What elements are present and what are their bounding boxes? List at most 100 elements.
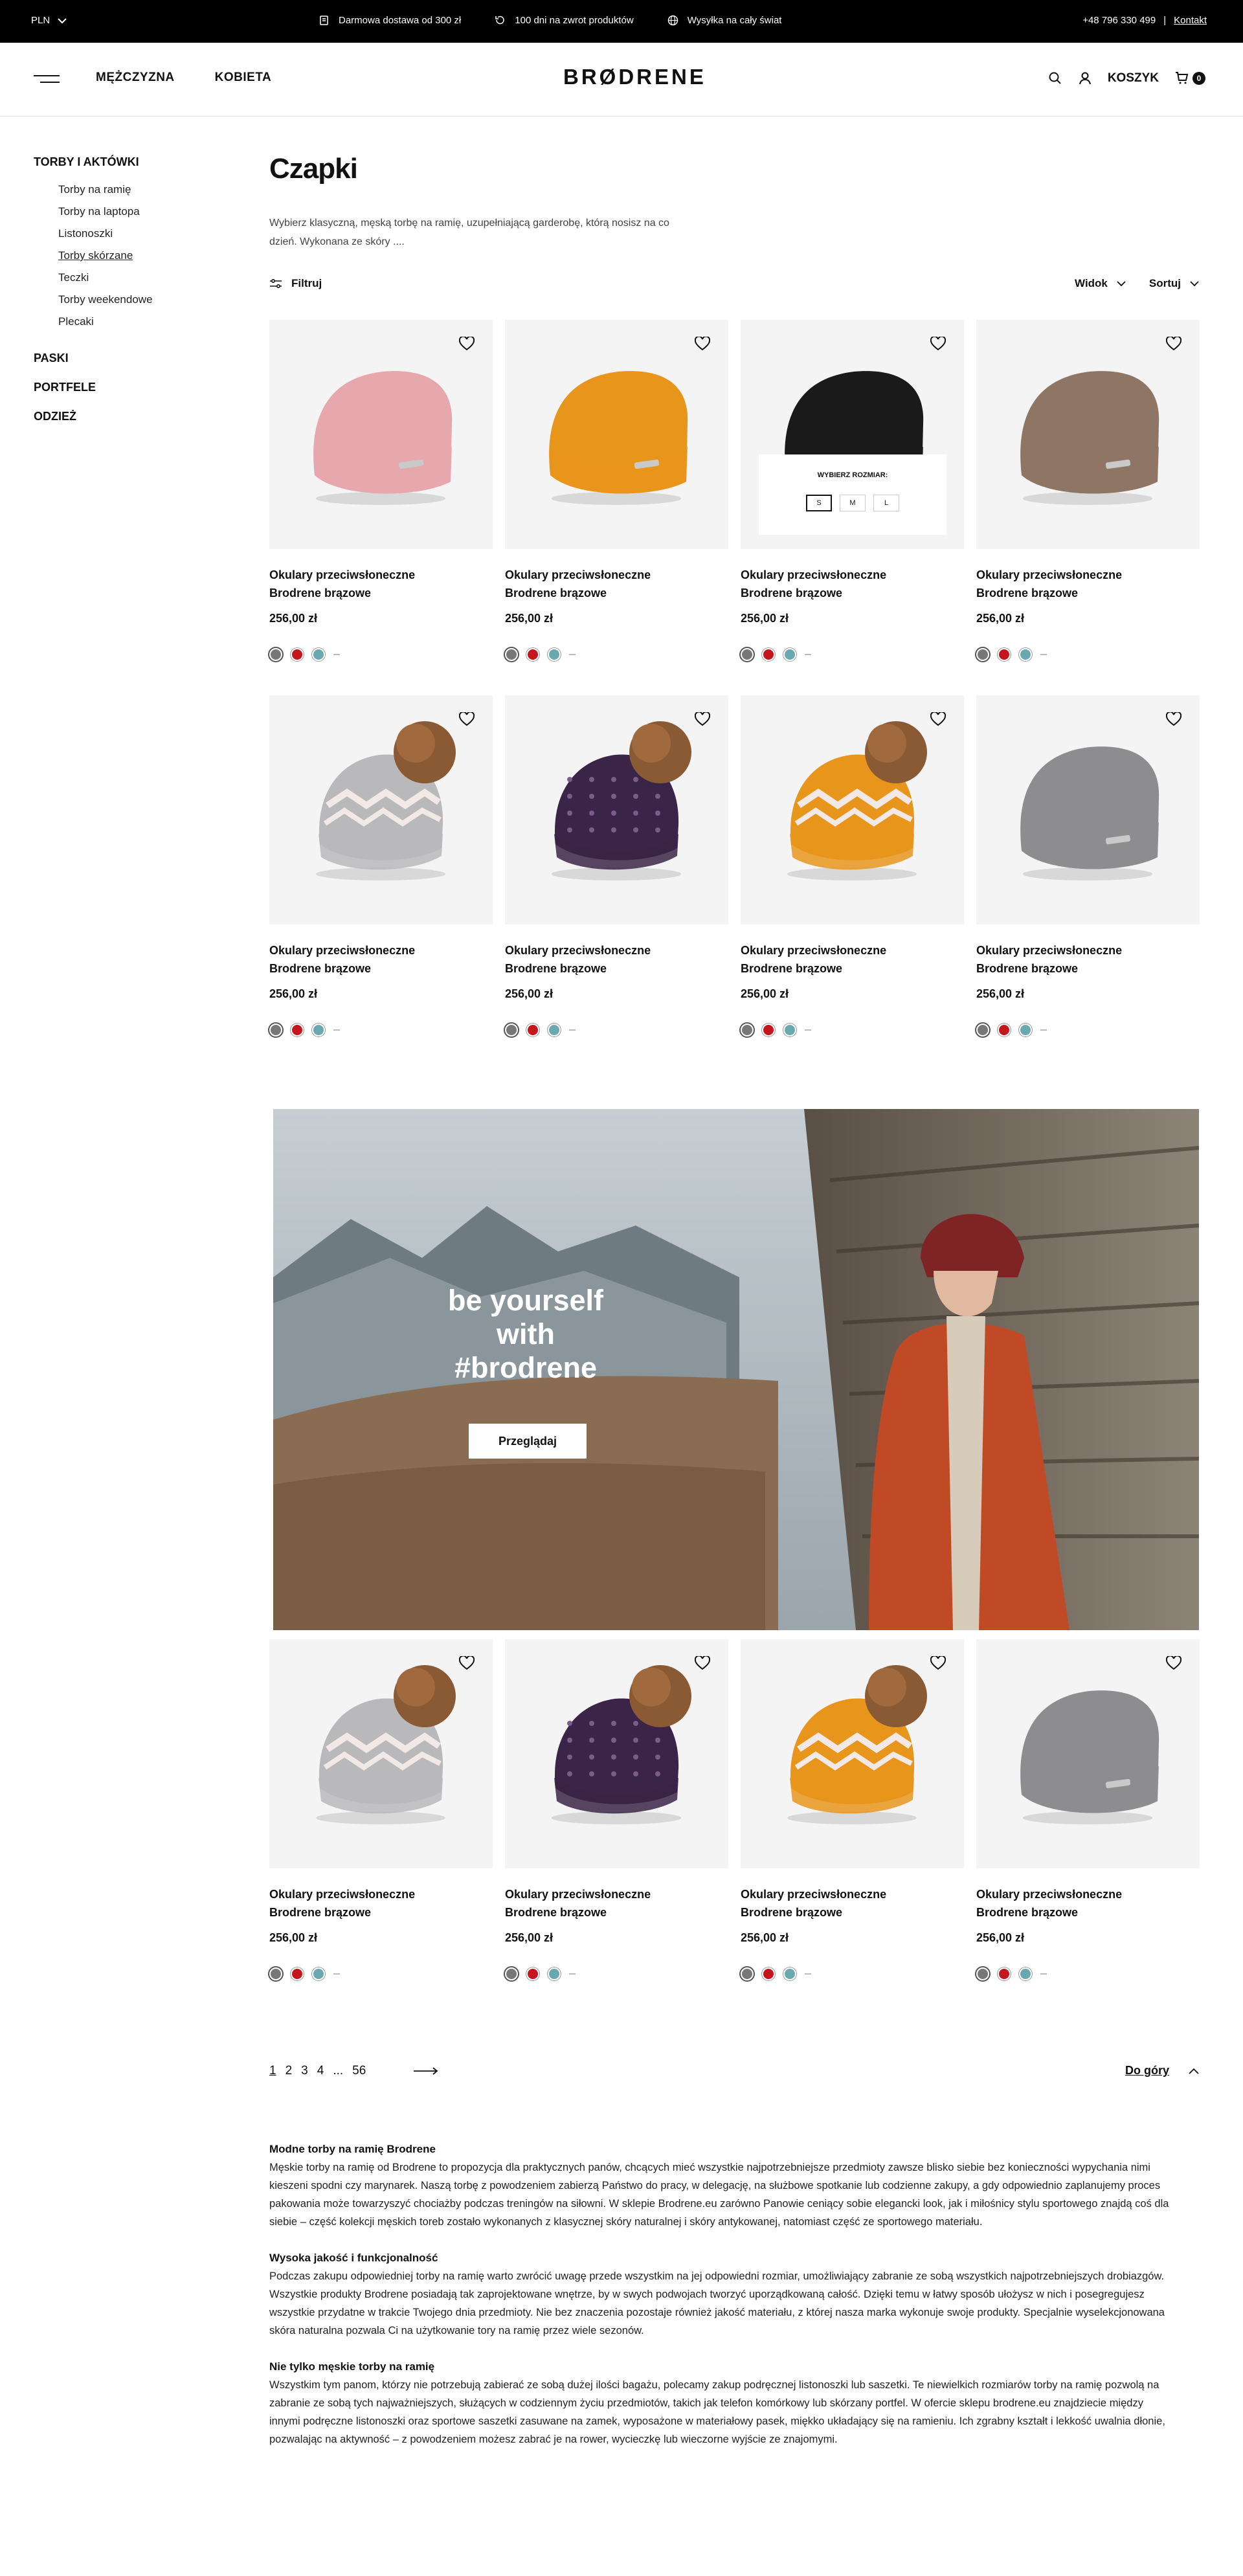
product-name[interactable]: Okulary przeciwsłoneczne Brodrene brązowe xyxy=(976,566,1200,602)
product-card[interactable]: Okulary przeciwsłoneczne Brodrene brązowe… xyxy=(269,1639,493,1980)
page-link[interactable]: 3 xyxy=(301,2064,308,2078)
color-swatch[interactable] xyxy=(548,1024,561,1036)
product-image-wrapper[interactable] xyxy=(976,1639,1200,1868)
color-swatch[interactable] xyxy=(976,1967,989,1980)
product-card[interactable]: Okulary przeciwsłoneczne Brodrene brązowe… xyxy=(269,320,493,661)
color-swatch[interactable] xyxy=(1019,1024,1032,1036)
logo[interactable]: BRØDRENE xyxy=(563,65,706,89)
more-colors-indicator[interactable] xyxy=(1040,1029,1047,1031)
color-swatch[interactable] xyxy=(998,648,1011,661)
product-name[interactable]: Okulary przeciwsłoneczne Brodrene brązowe xyxy=(741,566,964,602)
product-image-wrapper[interactable] xyxy=(269,1639,493,1868)
product-image-wrapper[interactable] xyxy=(505,695,728,924)
search-icon[interactable] xyxy=(1048,71,1062,85)
color-swatch[interactable] xyxy=(291,1967,304,1980)
product-card[interactable]: Okulary przeciwsłoneczne Brodrene brązowe… xyxy=(505,1639,728,1980)
color-swatch[interactable] xyxy=(762,1024,775,1036)
product-card[interactable]: Okulary przeciwsłoneczne Brodrene brązowe… xyxy=(269,695,493,1036)
color-swatch[interactable] xyxy=(998,1024,1011,1036)
color-swatch[interactable] xyxy=(291,1024,304,1036)
page-link-current[interactable]: 1 xyxy=(269,2064,276,2078)
page-link[interactable]: 56 xyxy=(352,2064,366,2078)
cart-button[interactable]: 0 xyxy=(1174,71,1205,85)
heart-icon[interactable] xyxy=(930,1656,946,1670)
arrow-right-icon[interactable] xyxy=(414,2067,438,2075)
product-name[interactable]: Okulary przeciwsłoneczne Brodrene brązowe xyxy=(976,1885,1200,1921)
product-image-wrapper[interactable] xyxy=(505,320,728,549)
category-bags[interactable]: TORBY I AKTÓWKI xyxy=(34,155,228,169)
product-name[interactable]: Okulary przeciwsłoneczne Brodrene brązowe xyxy=(505,941,728,978)
category-wallets[interactable]: PORTFELE xyxy=(34,381,228,394)
subcategory-item-active[interactable]: Torby skórzane xyxy=(58,249,228,262)
color-swatch[interactable] xyxy=(548,1967,561,1980)
more-colors-indicator[interactable] xyxy=(569,1973,576,1975)
heart-icon[interactable] xyxy=(695,337,710,351)
product-card[interactable]: Okulary przeciwsłoneczne Brodrene brązowe… xyxy=(976,320,1200,661)
color-swatch[interactable] xyxy=(762,648,775,661)
color-swatch[interactable] xyxy=(976,1024,989,1036)
product-image-wrapper[interactable] xyxy=(269,320,493,549)
category-belts[interactable]: PASKI xyxy=(34,352,228,365)
product-name[interactable]: Okulary przeciwsłoneczne Brodrene brązowe xyxy=(269,566,493,602)
color-swatch[interactable] xyxy=(1019,648,1032,661)
color-swatch[interactable] xyxy=(526,1967,539,1980)
product-image-wrapper[interactable] xyxy=(741,1639,964,1868)
heart-icon[interactable] xyxy=(695,1656,710,1670)
heart-icon[interactable] xyxy=(459,337,475,351)
currency-selector[interactable]: PLN xyxy=(31,15,67,26)
color-swatch[interactable] xyxy=(762,1967,775,1980)
product-image-wrapper[interactable] xyxy=(505,1639,728,1868)
product-name[interactable]: Okulary przeciwsłoneczne Brodrene brązowe xyxy=(269,1885,493,1921)
heart-icon[interactable] xyxy=(459,1656,475,1670)
nav-item-women[interactable]: KOBIETA xyxy=(215,71,272,85)
color-swatch[interactable] xyxy=(783,648,796,661)
color-swatch[interactable] xyxy=(976,648,989,661)
heart-icon[interactable] xyxy=(930,337,946,351)
size-option[interactable]: L xyxy=(873,495,899,511)
heart-icon[interactable] xyxy=(930,712,946,726)
more-colors-indicator[interactable] xyxy=(1040,654,1047,655)
product-card[interactable]: Okulary przeciwsłoneczne Brodrene brązowe… xyxy=(741,695,964,1036)
product-card[interactable]: Okulary przeciwsłoneczne Brodrene brązowe… xyxy=(976,1639,1200,1980)
browse-button[interactable]: Przeglądaj xyxy=(469,1424,587,1459)
more-colors-indicator[interactable] xyxy=(333,1029,340,1031)
subcategory-item[interactable]: Torby na ramię xyxy=(58,183,228,196)
product-card[interactable]: Okulary przeciwsłoneczne Brodrene brązowe… xyxy=(741,1639,964,1980)
color-swatch[interactable] xyxy=(526,648,539,661)
color-swatch[interactable] xyxy=(548,648,561,661)
product-card[interactable]: Okulary przeciwsłoneczne Brodrene brązowe… xyxy=(505,695,728,1036)
view-dropdown[interactable]: Widok xyxy=(1075,277,1126,290)
product-name[interactable]: Okulary przeciwsłoneczne Brodrene brązowe xyxy=(505,566,728,602)
color-swatch[interactable] xyxy=(269,1967,282,1980)
color-swatch[interactable] xyxy=(741,1024,754,1036)
heart-icon[interactable] xyxy=(459,712,475,726)
color-swatch[interactable] xyxy=(291,648,304,661)
product-name[interactable]: Okulary przeciwsłoneczne Brodrene brązowe xyxy=(741,1885,964,1921)
product-image-wrapper[interactable] xyxy=(976,695,1200,924)
subcategory-item[interactable]: Plecaki xyxy=(58,315,228,328)
color-swatch[interactable] xyxy=(312,648,325,661)
color-swatch[interactable] xyxy=(526,1024,539,1036)
color-swatch[interactable] xyxy=(783,1967,796,1980)
subcategory-item[interactable]: Torby weekendowe xyxy=(58,293,228,306)
product-name[interactable]: Okulary przeciwsłoneczne Brodrene brązowe xyxy=(269,941,493,978)
sort-dropdown[interactable]: Sortuj xyxy=(1149,277,1199,290)
more-colors-indicator[interactable] xyxy=(805,654,811,655)
cart-label[interactable]: KOSZYK xyxy=(1108,71,1159,85)
color-swatch[interactable] xyxy=(1019,1967,1032,1980)
color-swatch[interactable] xyxy=(269,648,282,661)
user-icon[interactable] xyxy=(1078,71,1092,85)
more-colors-indicator[interactable] xyxy=(569,654,576,655)
more-colors-indicator[interactable] xyxy=(569,1029,576,1031)
menu-icon[interactable] xyxy=(34,75,60,83)
product-card[interactable]: Okulary przeciwsłoneczne Brodrene brązowe… xyxy=(976,695,1200,1036)
size-option[interactable]: S xyxy=(806,495,832,511)
product-image-wrapper[interactable]: WYBIERZ ROZMIAR: S M L xyxy=(741,320,964,549)
subcategory-item[interactable]: Listonoszki xyxy=(58,227,228,240)
subcategory-item[interactable]: Teczki xyxy=(58,271,228,284)
product-name[interactable]: Okulary przeciwsłoneczne Brodrene brązowe xyxy=(741,941,964,978)
more-colors-indicator[interactable] xyxy=(333,654,340,655)
product-card[interactable]: WYBIERZ ROZMIAR: S M L Okulary przeciwsłonec… xyxy=(741,320,964,661)
color-swatch[interactable] xyxy=(312,1967,325,1980)
product-image-wrapper[interactable] xyxy=(269,695,493,924)
